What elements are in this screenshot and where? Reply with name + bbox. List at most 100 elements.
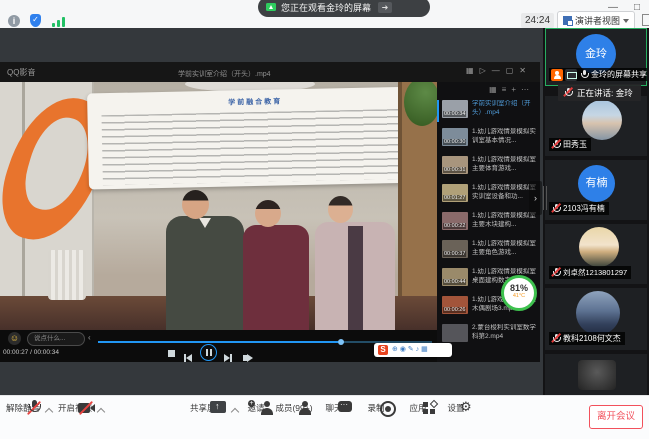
playlist-thumbnail: 00:00:37 — [442, 240, 468, 258]
speaking-banner: 正在讲话: 金玲 — [558, 84, 641, 101]
avatar — [582, 100, 622, 140]
playlist-item-title: 1.幼儿游戏情景模拟室主要体育游戏... — [472, 156, 538, 173]
volume-icon[interactable] — [243, 349, 253, 367]
playlist-item[interactable]: 00:00:22 1.幼儿游戏情景模拟室主要木块建构... — [437, 210, 540, 238]
next-button[interactable] — [224, 349, 232, 367]
avatar: 有楠 — [578, 165, 615, 202]
player-control-bar: ☺ 说点什么... ‹ 00:00:27 / 00:00:34 — [0, 330, 437, 362]
playlist-view-icons[interactable]: ▦≡+⋯ — [489, 85, 534, 94]
playlist-item[interactable]: 2.蒙台梭利实训室数学科第2.mp4 — [437, 322, 540, 350]
playlist-duration: 00:00:44 — [443, 279, 466, 285]
record-button[interactable]: 录制 — [362, 400, 390, 414]
apps-button[interactable]: 应用 — [404, 400, 432, 414]
start-video-button[interactable]: 开启视频 — [56, 400, 94, 414]
avatar — [576, 291, 620, 335]
player-app-name[interactable]: QQ影音 — [7, 67, 35, 78]
shared-screen-area: QQ影音 学前实训室介绍（开头）.mp4 ▦▷—▢✕ 学前融合教育 — [0, 28, 543, 395]
watching-banner-text: 您正在观看金玲的屏幕 — [281, 1, 371, 14]
sogou-tool-icons[interactable]: ⊕ ◉ ✎ ♪ ▦ — [392, 345, 428, 355]
participant-name-tag: 2103冯有楠 — [549, 202, 609, 215]
avatar — [579, 227, 619, 267]
player-filename: 学前实训室介绍（开头）.mp4 — [178, 69, 271, 79]
previous-button[interactable] — [184, 349, 192, 367]
participant-name-tag: 金玲的屏幕共享 — [549, 68, 647, 81]
person-right-body — [315, 222, 395, 330]
playlist-item[interactable]: 00:00:34 学前实训室介绍（开头）.mp4 — [437, 98, 540, 126]
playlist-duration: 00:00:26 — [443, 307, 466, 313]
participant-tile-tianxiuyu[interactable]: 田秀玉 — [545, 96, 647, 156]
playlist-item[interactable]: 00:00:30 1.幼儿游戏情景模拟实训室基本情况... — [437, 126, 540, 154]
network-signal-icon[interactable] — [52, 16, 66, 27]
person-left-body — [166, 216, 244, 330]
seek-bar-fill — [98, 341, 338, 343]
playlist-item-title: 2.蒙台梭利实训室数学科第2.mp4 — [472, 324, 538, 341]
stop-button[interactable] — [168, 350, 175, 357]
meeting-toolbar: 解除静音 开启视频 共享屏幕 + 邀请 成员(99+) 聊天 录制 — [0, 395, 649, 439]
whiteboard-title: 学前融合教育 — [87, 93, 423, 110]
invite-button[interactable]: + 邀请 — [242, 400, 270, 414]
chevron-down-icon — [623, 19, 629, 23]
whiteboard-text-lines — [101, 109, 410, 185]
info-icon[interactable]: i — [8, 15, 20, 27]
sogou-input-toolbar[interactable]: S ⊕ ◉ ✎ ♪ ▦ — [374, 343, 452, 357]
danmaku-collapse-icon[interactable]: ‹ — [88, 333, 91, 342]
performance-float-widget[interactable]: 81% 41°C — [501, 275, 537, 311]
exit-watch-icon[interactable]: ➜ — [378, 2, 392, 13]
pause-button[interactable] — [200, 344, 217, 361]
participant-tile-liuzhuoran[interactable]: 刘卓然1213801297 — [545, 224, 647, 284]
unmute-button[interactable]: 解除静音 — [4, 400, 42, 414]
speaking-banner-text: 正在讲话: 金玲 — [577, 87, 633, 99]
window-maximize-button[interactable]: □ — [634, 2, 640, 13]
playlist-item-title: 1.幼儿游戏情景模拟实训室基本情况... — [472, 128, 538, 145]
participant-name: 田秀玉 — [563, 138, 587, 151]
scene-plant — [404, 82, 437, 126]
chat-button[interactable]: 聊天 — [320, 400, 348, 414]
playlist-item[interactable]: 00:01:27 1.幼儿游戏情景模拟室实训室设备和功... — [437, 182, 540, 210]
playlist-thumbnail: 00:00:44 — [442, 268, 468, 286]
mic-options-caret[interactable] — [45, 408, 53, 416]
sidebar-drag-grip[interactable] — [543, 186, 544, 210]
participant-tile-jinling[interactable]: 金玲 金玲的屏幕共享 — [545, 28, 647, 86]
window-minimize-button[interactable]: — — [608, 2, 618, 13]
fullscreen-icon[interactable] — [642, 14, 649, 26]
playlist-thumbnail: 00:00:34 — [442, 100, 468, 118]
sidebar-collapse-handle[interactable]: › — [529, 181, 542, 215]
playlist-thumbnail: 00:00:26 — [442, 296, 468, 314]
meeting-window: i ✓ 您正在观看金玲的屏幕 ➜ 24:24 演讲者视图 — □ QQ影音 学前… — [0, 0, 649, 439]
screen-share-icon — [266, 3, 276, 11]
leave-meeting-button[interactable]: 离开会议 — [589, 405, 643, 429]
danmaku-input[interactable]: 说点什么... — [27, 332, 85, 346]
video-options-caret[interactable] — [97, 408, 105, 416]
playlist: 00:00:34 学前实训室介绍（开头）.mp4 00:00:30 1.幼儿游戏… — [437, 98, 540, 362]
playlist-thumbnail: 00:01:27 — [442, 184, 468, 202]
share-screen-button[interactable]: 共享屏幕 — [186, 400, 228, 414]
playlist-thumbnail — [442, 324, 468, 342]
sogou-logo-icon[interactable]: S — [378, 345, 388, 355]
meeting-duration: 24:24 — [521, 13, 554, 28]
playlist-item-title: 1.幼儿游戏情景模拟室主要角色游戏... — [472, 240, 538, 257]
screen-share-mini-icon — [565, 69, 577, 81]
settings-button[interactable]: 设置 — [442, 400, 470, 414]
danmaku-emoji-icon[interactable]: ☺ — [8, 332, 21, 345]
player-titlebar[interactable]: QQ影音 学前实训室介绍（开头）.mp4 ▦▷—▢✕ — [0, 62, 540, 82]
participant-tile-hewenjie[interactable]: 教科2108何文杰 — [545, 288, 647, 350]
playlist-item[interactable]: 00:00:37 1.幼儿游戏情景模拟室主要角色游戏... — [437, 238, 540, 266]
seek-bar-handle[interactable] — [338, 339, 344, 345]
playlist-item[interactable]: 00:00:31 1.幼儿游戏情景模拟室主要体育游戏... — [437, 154, 540, 182]
participant-tile-fengyounan[interactable]: 有楠 2103冯有楠 — [545, 160, 647, 220]
playlist-duration: 00:01:27 — [443, 195, 466, 201]
members-button[interactable]: 成员(99+) — [272, 400, 316, 414]
participant-name-tag: 教科2108何文杰 — [549, 332, 625, 345]
participant-name: 教科2108何文杰 — [563, 332, 621, 345]
participant-tile-partial[interactable] — [545, 354, 647, 395]
playlist-item-title: 1.幼儿游戏情景模拟室主要木块建构... — [472, 212, 538, 229]
playlist-duration: 00:00:30 — [443, 139, 466, 145]
share-options-caret[interactable] — [231, 408, 239, 416]
playlist-item-title: 学前实训室介绍（开头）.mp4 — [472, 100, 538, 117]
video-frame[interactable]: 学前融合教育 — [0, 82, 437, 330]
player-window-controls[interactable]: ▦▷—▢✕ — [466, 66, 532, 75]
mic-muted-icon — [551, 139, 561, 150]
qq-player-window: QQ影音 学前实训室介绍（开头）.mp4 ▦▷—▢✕ 学前融合教育 — [0, 62, 540, 362]
playlist-duration: 00:00:22 — [443, 223, 466, 229]
playlist-thumbnail: 00:00:31 — [442, 156, 468, 174]
